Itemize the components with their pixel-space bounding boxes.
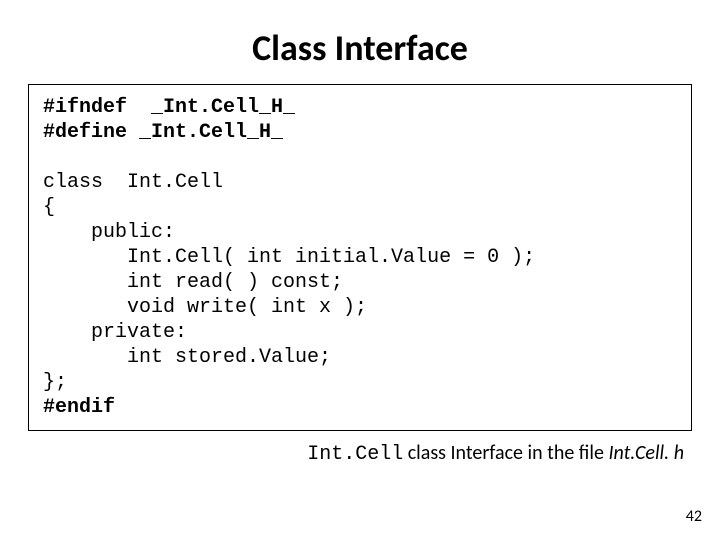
code-line-5: public: [43, 221, 175, 244]
code-line-4: { [43, 196, 55, 219]
code-line-2b: _Int.Cell_H_ [139, 121, 283, 144]
code-line-7: int read( ) const; [43, 271, 343, 294]
code-line-8: void write( int x ); [43, 296, 367, 319]
code-line-10: int stored.Value; [43, 346, 331, 369]
code-blank-1 [43, 146, 55, 169]
code-line-1b: _Int.Cell_H_ [151, 96, 295, 119]
slide-title: Class Interface [0, 0, 720, 84]
caption-classname: Int.Cell [307, 443, 403, 466]
code-line-6: Int.Cell( int initial.Value = 0 ); [43, 246, 535, 269]
code-block: #ifndef _Int.Cell_H_ #define _Int.Cell_H… [43, 95, 677, 420]
caption: Int.Cell class Interface in the file Int… [0, 441, 684, 466]
page-number: 42 [686, 507, 702, 526]
code-line-11: }; [43, 371, 67, 394]
code-line-3: class Int.Cell [43, 171, 223, 194]
code-line-12: #endif [43, 396, 115, 419]
code-line-2a: #define [43, 121, 139, 144]
code-line-1a: #ifndef [43, 96, 151, 119]
caption-text: class Interface in the file [403, 441, 608, 465]
slide: Class Interface #ifndef _Int.Cell_H_ #de… [0, 0, 720, 540]
code-box: #ifndef _Int.Cell_H_ #define _Int.Cell_H… [28, 84, 692, 431]
code-line-9: private: [43, 321, 187, 344]
caption-filename: Int.Cell. h [608, 441, 684, 465]
